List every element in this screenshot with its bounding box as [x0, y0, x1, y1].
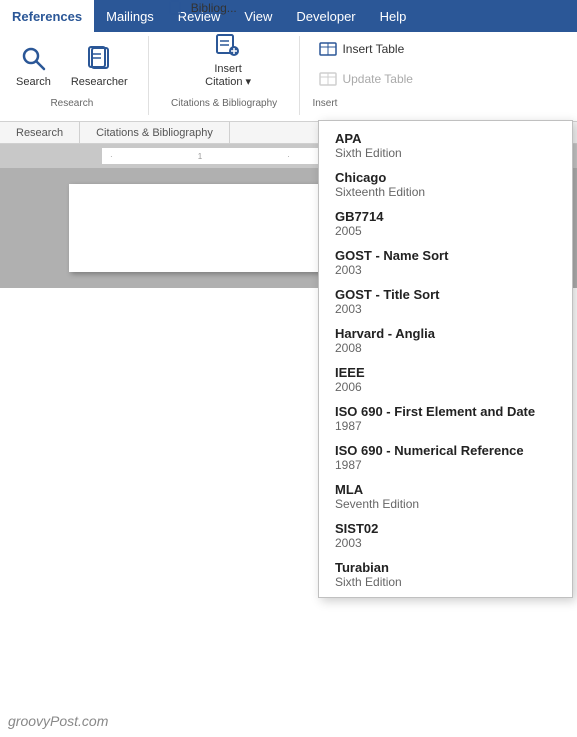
style-option-turabian[interactable]: TurabianSixth Edition: [319, 554, 572, 593]
citations-group-label: Citations & Bibliography: [171, 98, 277, 109]
style-option-chicago[interactable]: ChicagoSixteenth Edition: [319, 164, 572, 203]
style-option-gost---title-sort[interactable]: GOST - Title Sort2003: [319, 281, 572, 320]
menu-item-mailings[interactable]: Mailings: [94, 0, 166, 32]
ribbon: Search Researcher Research: [0, 32, 577, 122]
ribbon-group-research: Search Researcher Research: [8, 36, 149, 115]
style-dropdown-panel: APASixth EditionChicagoSixteenth Edition…: [318, 120, 573, 598]
researcher-button[interactable]: Researcher: [63, 38, 136, 92]
bibliography-button[interactable]: Bibliog...: [161, 0, 243, 21]
ribbon-group-citations: Manage Sources Style: APA ▼: [161, 36, 301, 115]
menu-item-help[interactable]: Help: [368, 0, 419, 32]
ribbon-group-insert: Insert Table Update Table Insert: [312, 36, 427, 115]
style-option-ieee[interactable]: IEEE2006: [319, 359, 572, 398]
style-option-gost---name-sort[interactable]: GOST - Name Sort2003: [319, 242, 572, 281]
style-option-mla[interactable]: MLASeventh Edition: [319, 476, 572, 515]
researcher-icon: [83, 42, 115, 74]
update-table-label: Update Table: [342, 72, 413, 86]
style-option-gb7714[interactable]: GB77142005: [319, 203, 572, 242]
style-option-iso-690---numerical-reference[interactable]: ISO 690 - Numerical Reference1987: [319, 437, 572, 476]
insert-table-button[interactable]: Insert Table: [312, 36, 419, 62]
insert-group-label: Insert: [312, 98, 419, 109]
bibliography-label: Bibliog...: [191, 1, 237, 15]
section-header-research: Research: [0, 122, 80, 143]
bibliography-icon: [167, 0, 187, 18]
menu-item-references[interactable]: References: [0, 0, 94, 32]
style-option-apa[interactable]: APASixth Edition: [319, 125, 572, 164]
search-icon: [17, 42, 49, 74]
update-table-icon: [318, 69, 338, 89]
insert-table-icon: [318, 39, 338, 59]
insert-table-label: Insert Table: [342, 42, 404, 56]
update-table-button[interactable]: Update Table: [312, 66, 419, 92]
menu-bar: References Mailings Review View Develope…: [0, 0, 577, 32]
research-group-label: Research: [50, 98, 93, 109]
insert-citation-button[interactable]: InsertCitation ▾: [197, 25, 259, 92]
search-button-label: Search: [16, 76, 51, 88]
search-button[interactable]: Search: [8, 38, 59, 92]
style-option-harvard---anglia[interactable]: Harvard - Anglia2008: [319, 320, 572, 359]
style-option-iso-690---first-element-and-date[interactable]: ISO 690 - First Element and Date1987: [319, 398, 572, 437]
style-option-sist02[interactable]: SIST022003: [319, 515, 572, 554]
watermark: groovyPost.com: [8, 713, 108, 729]
menu-item-developer[interactable]: Developer: [284, 0, 367, 32]
insert-citation-label: InsertCitation ▾: [205, 63, 251, 88]
insert-citation-icon: [212, 29, 244, 61]
researcher-button-label: Researcher: [71, 76, 128, 88]
section-header-citations: Citations & Bibliography: [80, 122, 230, 143]
